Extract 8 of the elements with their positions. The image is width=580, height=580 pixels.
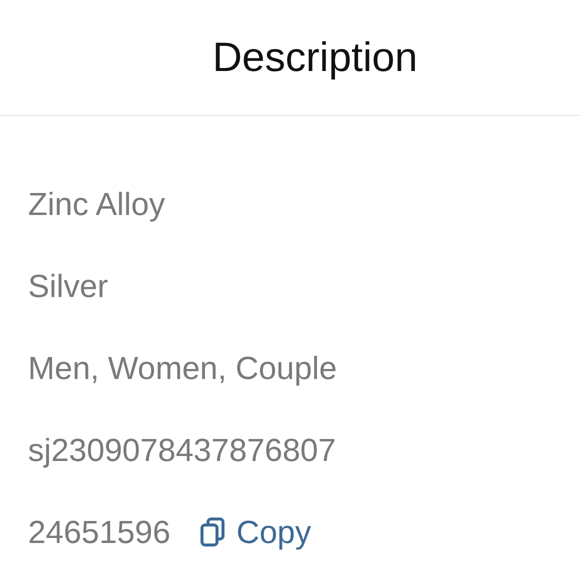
detail-value: 24651596 xyxy=(28,514,170,550)
detail-value: sj2309078437876807 xyxy=(28,432,336,468)
detail-value: Zinc Alloy xyxy=(28,186,165,222)
detail-value: Silver xyxy=(28,268,108,304)
page-title: Description xyxy=(212,34,418,81)
copy-icon xyxy=(200,517,226,547)
copy-button[interactable]: Copy xyxy=(200,514,312,550)
detail-value: Men, Women, Couple xyxy=(28,350,337,386)
